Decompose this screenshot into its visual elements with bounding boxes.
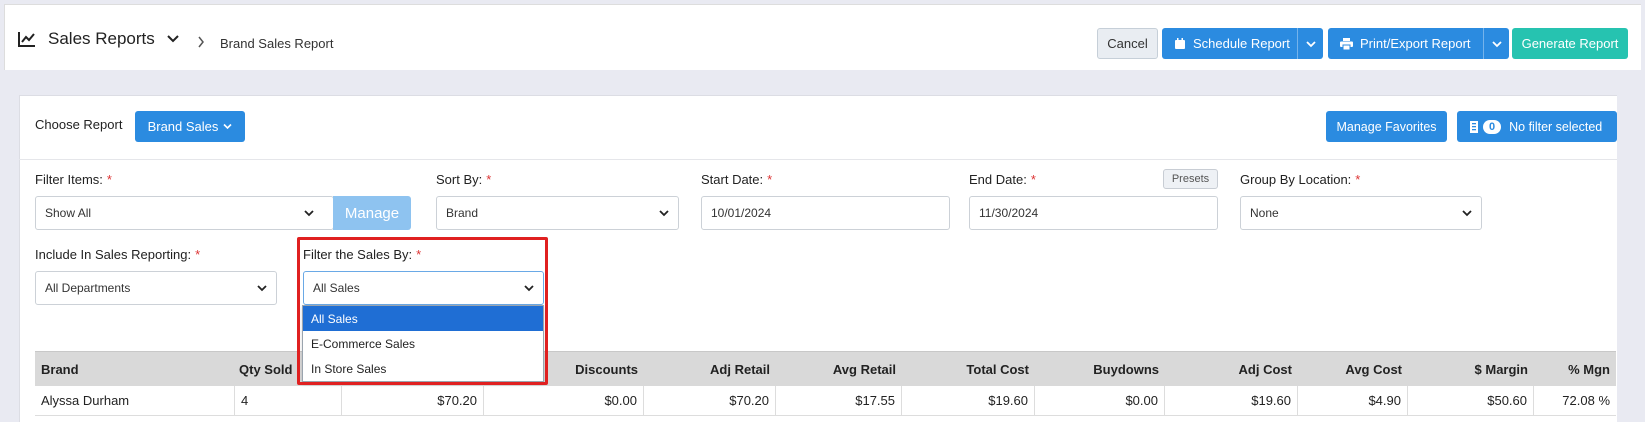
col-qty-sold[interactable]: Qty Sold — [35, 352, 341, 386]
manage-favorites-button[interactable]: Manage Favorites — [1326, 111, 1447, 142]
filter-list-icon — [1470, 120, 1478, 133]
cell-total-cost: $19.60 — [902, 386, 1035, 415]
include-value: All Departments — [45, 281, 131, 295]
chevron-right-icon — [198, 36, 204, 48]
chevron-down-icon — [1305, 40, 1316, 47]
schedule-report-label: Schedule Report — [1193, 36, 1290, 51]
choose-report-value: Brand Sales — [147, 119, 219, 134]
line-chart-icon — [18, 32, 35, 47]
cell-adj-cost: $19.60 — [1165, 386, 1298, 415]
filter-status-button[interactable]: 0 No filter selected — [1457, 111, 1617, 142]
col-adj-retail[interactable]: Adj Retail — [644, 352, 776, 386]
table-header: Brand Qty Sold Discounts Adj Retail Avg … — [35, 351, 1616, 386]
manage-button[interactable]: Manage — [333, 196, 411, 230]
choose-report-dropdown[interactable]: Brand Sales — [135, 111, 245, 142]
print-export-button[interactable]: Print/Export Report — [1328, 28, 1509, 59]
cell-qty-sold: 4 — [235, 386, 342, 415]
start-date-value: 10/01/2024 — [711, 206, 772, 220]
group-by-value: None — [1250, 206, 1279, 220]
col-avg-cost[interactable]: Avg Cost — [1298, 352, 1408, 386]
cell-avg-retail: $17.55 — [776, 386, 902, 415]
breadcrumb: Brand Sales Report — [220, 36, 334, 51]
chevron-down-icon — [659, 210, 669, 217]
print-export-label: Print/Export Report — [1360, 36, 1471, 51]
cancel-button[interactable]: Cancel — [1097, 28, 1158, 59]
generate-report-button[interactable]: Generate Report — [1512, 28, 1628, 59]
filter-items-label: Filter Items: * — [35, 172, 112, 187]
cell-adj-retail: $70.20 — [644, 386, 776, 415]
section-divider — [19, 159, 1617, 160]
presets-button[interactable]: Presets — [1163, 169, 1218, 189]
group-by-select[interactable]: None — [1240, 196, 1482, 230]
printer-icon — [1340, 37, 1353, 50]
cell-brand: Alyssa Durham — [35, 386, 235, 415]
end-date-input[interactable]: 11/30/2024 — [969, 196, 1218, 230]
col-adj-cost[interactable]: Adj Cost — [1165, 352, 1298, 386]
chevron-down-icon[interactable] — [167, 34, 179, 44]
include-select[interactable]: All Departments — [35, 271, 277, 305]
start-date-input[interactable]: 10/01/2024 — [701, 196, 950, 230]
chevron-down-icon — [257, 285, 267, 292]
chevron-down-icon — [1491, 40, 1502, 47]
filter-items-value: Show All — [45, 206, 92, 220]
chevron-down-icon — [304, 210, 314, 217]
end-date-label: End Date: * — [969, 172, 1036, 187]
cell-avg-cost: $4.90 — [1298, 386, 1408, 415]
sort-by-label: Sort By: * — [436, 172, 492, 187]
col-margin[interactable]: $ Margin — [1408, 352, 1534, 386]
sort-by-value: Brand — [446, 206, 479, 220]
col-buydowns[interactable]: Buydowns — [1035, 352, 1165, 386]
chevron-down-icon — [223, 123, 232, 130]
schedule-report-button[interactable]: Schedule Report — [1162, 28, 1323, 59]
calendar-icon — [1175, 37, 1185, 49]
filter-status-label: No filter selected — [1509, 119, 1603, 134]
start-date-label: Start Date: * — [701, 172, 773, 187]
print-dropdown-toggle[interactable] — [1483, 28, 1509, 59]
filter-items-select[interactable]: Show All — [35, 196, 334, 230]
cell-margin: $50.60 — [1408, 386, 1534, 415]
cell-buydowns: $0.00 — [1035, 386, 1165, 415]
table-row: Alyssa Durham 4 $70.20 $0.00 $70.20 $17.… — [35, 386, 1616, 416]
chevron-down-icon — [1462, 210, 1472, 217]
schedule-dropdown-toggle[interactable] — [1297, 28, 1323, 59]
highlight-box — [297, 237, 548, 385]
sort-by-select[interactable]: Brand — [436, 196, 679, 230]
col-avg-retail[interactable]: Avg Retail — [776, 352, 902, 386]
cell-retail: $70.20 — [342, 386, 484, 415]
include-label: Include In Sales Reporting: * — [35, 247, 201, 262]
group-by-label: Group By Location: * — [1240, 172, 1361, 187]
report-menu[interactable]: Sales Reports — [18, 29, 179, 49]
end-date-value: 11/30/2024 — [979, 206, 1039, 220]
filter-count-badge: 0 — [1483, 119, 1502, 134]
cell-discounts: $0.00 — [484, 386, 644, 415]
cell-pct-margin: 72.08 % — [1562, 393, 1610, 408]
page-title: Sales Reports — [48, 29, 155, 48]
col-pct-margin[interactable]: % Mgn — [1534, 352, 1616, 386]
choose-report-label: Choose Report — [35, 117, 123, 132]
col-total-cost[interactable]: Total Cost — [902, 352, 1035, 386]
